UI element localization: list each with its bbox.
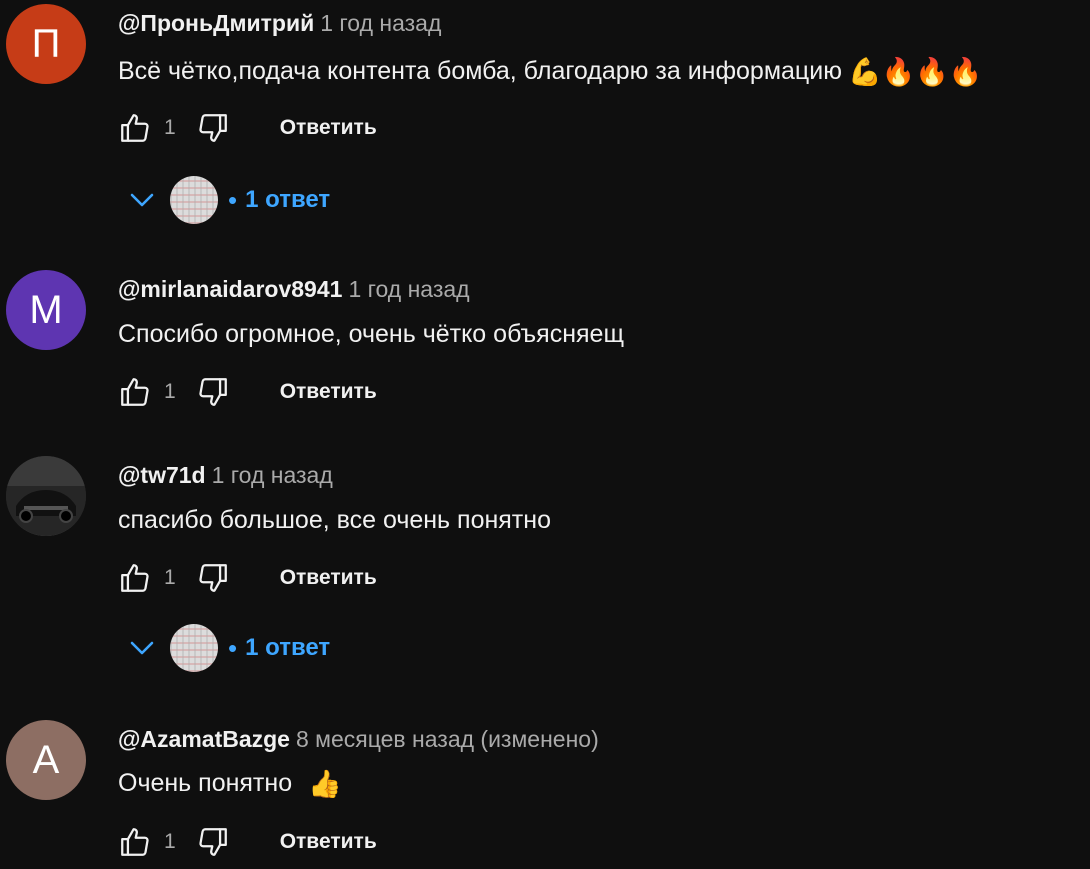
- thumb-up-icon[interactable]: [114, 822, 156, 862]
- avatar[interactable]: П: [6, 4, 86, 84]
- like-count: 1: [164, 830, 176, 853]
- timestamp[interactable]: 1 год назад: [348, 276, 469, 302]
- comment-text: Спосибо огромное, очень чётко объясняещ: [118, 320, 624, 349]
- avatar[interactable]: A: [6, 720, 86, 800]
- replies-toggle[interactable]: • 1 ответ: [120, 172, 330, 228]
- emoji: 💪🔥🔥🔥: [847, 57, 983, 88]
- comment-actions: 1 Ответить: [114, 372, 377, 412]
- replies-count: 1 ответ: [245, 634, 331, 661]
- comment-header: @tw71d 1 год назад: [118, 462, 333, 489]
- author-name[interactable]: @tw71d: [118, 462, 206, 488]
- avatar[interactable]: [6, 456, 86, 536]
- replies-count: 1 ответ: [245, 186, 331, 213]
- comment-body: спасибо большое, все очень понятно: [118, 506, 551, 534]
- author-name[interactable]: @AzamatBazge: [118, 726, 290, 752]
- comment-body: Очень понятно: [118, 769, 293, 797]
- reply-avatar: [170, 624, 218, 672]
- thumb-up-icon[interactable]: [114, 558, 156, 598]
- emoji: 👍: [308, 769, 342, 800]
- reply-avatar: [170, 176, 218, 224]
- separator-dot: •: [228, 632, 238, 663]
- comment-text: спасибо большое, все очень понятно: [118, 506, 551, 535]
- reply-button[interactable]: Ответить: [280, 830, 377, 854]
- avatar-letter: A: [32, 737, 60, 782]
- car-image: [6, 456, 86, 536]
- comment-header: @mirlanaidarov8941 1 год назад: [118, 276, 470, 303]
- chevron-down-icon: [120, 626, 164, 670]
- like-count: 1: [164, 566, 176, 589]
- avatar-letter: M: [29, 287, 63, 332]
- timestamp[interactable]: 1 год назад: [212, 462, 333, 488]
- thumb-up-icon[interactable]: [114, 108, 156, 148]
- timestamp[interactable]: 8 месяцев назад (изменено): [296, 726, 599, 752]
- chevron-down-icon: [120, 178, 164, 222]
- thumb-down-icon[interactable]: [192, 372, 234, 412]
- like-count: 1: [164, 116, 176, 139]
- thumb-down-icon[interactable]: [192, 108, 234, 148]
- reply-button[interactable]: Ответить: [280, 566, 377, 590]
- timestamp[interactable]: 1 год назад: [320, 10, 441, 36]
- reply-button[interactable]: Ответить: [280, 380, 377, 404]
- author-name[interactable]: @mirlanaidarov8941: [118, 276, 342, 302]
- comment-header: @ПроньДмитрий 1 год назад: [118, 10, 441, 37]
- comment-text: Всё чётко,подача контента бомба, благода…: [118, 56, 982, 88]
- like-count: 1: [164, 380, 176, 403]
- separator-dot: •: [228, 184, 238, 215]
- comment-actions: 1 Ответить: [114, 822, 377, 862]
- comment-body: Спосибо огромное, очень чётко объясняещ: [118, 320, 625, 348]
- avatar[interactable]: M: [6, 270, 86, 350]
- avatar-letter: П: [31, 21, 61, 66]
- comment-body: Всё чётко,подача контента бомба, благода…: [118, 57, 842, 85]
- comment-actions: 1 Ответить: [114, 108, 377, 148]
- replies-toggle[interactable]: • 1 ответ: [120, 620, 330, 676]
- thumb-up-icon[interactable]: [114, 372, 156, 412]
- comment-header: @AzamatBazge 8 месяцев назад (изменено): [118, 726, 599, 753]
- thumb-down-icon[interactable]: [192, 822, 234, 862]
- comment-actions: 1 Ответить: [114, 558, 377, 598]
- thumb-down-icon[interactable]: [192, 558, 234, 598]
- author-name[interactable]: @ПроньДмитрий: [118, 10, 314, 36]
- comment-text: Очень понятно 👍: [118, 768, 342, 800]
- reply-button[interactable]: Ответить: [280, 116, 377, 140]
